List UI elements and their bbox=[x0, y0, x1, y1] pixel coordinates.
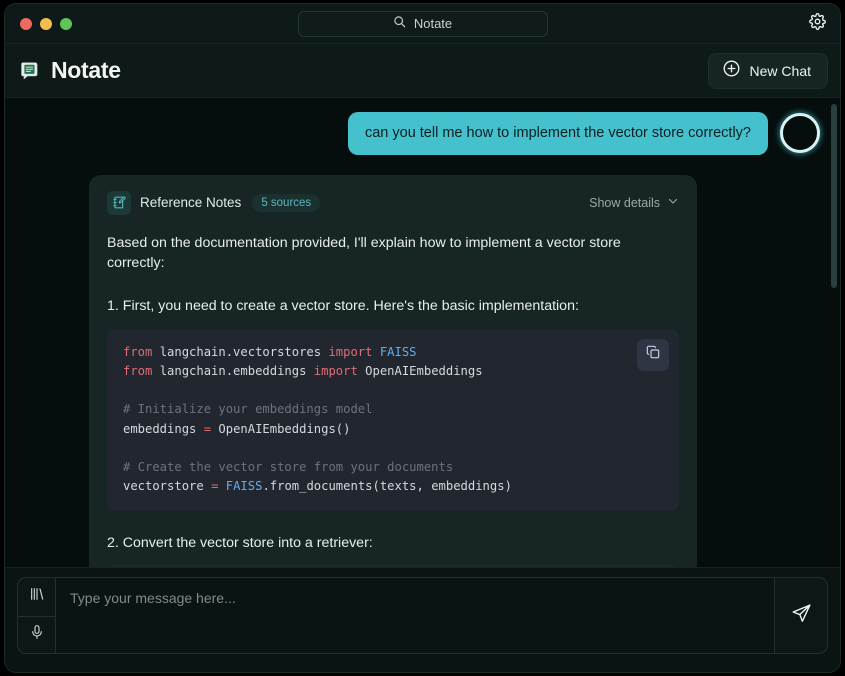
send-paper-plane-icon bbox=[791, 603, 812, 629]
title-bar: Notate bbox=[5, 4, 840, 44]
message-composer bbox=[5, 567, 840, 672]
user-message-row: can you tell me how to implement the vec… bbox=[25, 112, 820, 155]
reference-notes-header: Reference Notes 5 sources Show details bbox=[107, 191, 679, 215]
notebook-pen-icon bbox=[107, 191, 131, 215]
library-icon bbox=[29, 586, 45, 607]
sources-badge: 5 sources bbox=[252, 194, 320, 212]
copy-icon bbox=[645, 344, 661, 365]
code-content-1: from langchain.vectorstores import FAISS… bbox=[123, 343, 663, 497]
chevron-down-icon bbox=[667, 195, 679, 210]
brand: Notate bbox=[19, 57, 121, 84]
app-window: Notate Notate bbox=[4, 3, 841, 673]
show-details-toggle[interactable]: Show details bbox=[589, 195, 679, 210]
code-block-1: from langchain.vectorstores import FAISS… bbox=[107, 329, 679, 511]
new-chat-button[interactable]: New Chat bbox=[708, 53, 828, 89]
code-block-2: retriever = vectorstore.as_retriever() bbox=[107, 565, 679, 567]
zoom-window-button[interactable] bbox=[60, 18, 72, 30]
avatar bbox=[780, 113, 820, 153]
notebook-logo-icon bbox=[19, 60, 41, 82]
microphone-icon bbox=[29, 624, 45, 645]
settings-button[interactable] bbox=[806, 13, 828, 35]
title-search-field[interactable]: Notate bbox=[298, 11, 548, 37]
chat-scroll-area[interactable]: can you tell me how to implement the vec… bbox=[5, 98, 840, 567]
copy-code-button-1[interactable] bbox=[637, 339, 669, 371]
user-message-bubble: can you tell me how to implement the vec… bbox=[348, 112, 768, 155]
send-button[interactable] bbox=[775, 578, 827, 653]
microphone-button[interactable] bbox=[18, 616, 55, 654]
app-header: Notate New Chat bbox=[5, 44, 840, 98]
library-button[interactable] bbox=[18, 578, 55, 616]
search-icon bbox=[393, 15, 406, 33]
message-input[interactable] bbox=[56, 578, 775, 653]
show-details-label: Show details bbox=[589, 196, 660, 210]
minimize-window-button[interactable] bbox=[40, 18, 52, 30]
composer-side-tools bbox=[18, 578, 56, 653]
chat-content: can you tell me how to implement the vec… bbox=[5, 98, 840, 567]
assistant-intro-text: Based on the documentation provided, I'l… bbox=[107, 233, 652, 274]
new-chat-label: New Chat bbox=[750, 63, 811, 79]
assistant-message-card: Reference Notes 5 sources Show details B… bbox=[89, 175, 697, 567]
assistant-step-2-text: 2. Convert the vector store into a retri… bbox=[107, 533, 679, 554]
page-title: Notate bbox=[51, 57, 121, 84]
title-search-label: Notate bbox=[414, 16, 452, 31]
close-window-button[interactable] bbox=[20, 18, 32, 30]
gear-icon bbox=[809, 13, 826, 35]
composer-box bbox=[17, 577, 828, 654]
plus-circle-icon bbox=[722, 59, 741, 83]
vertical-scrollbar[interactable] bbox=[831, 104, 837, 288]
assistant-step-1-text: 1. First, you need to create a vector st… bbox=[107, 296, 679, 317]
traffic-lights bbox=[20, 18, 72, 30]
reference-notes-title: Reference Notes bbox=[140, 195, 241, 210]
